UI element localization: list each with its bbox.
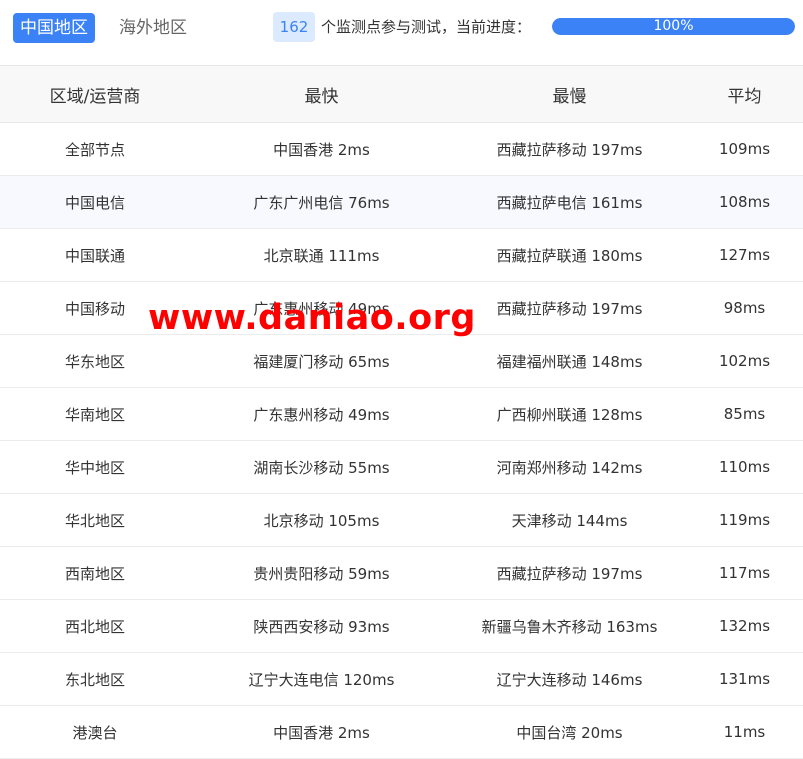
table-header-row: 区域/运营商 最快 最慢 平均 [0,65,803,123]
table-row: 中国联通 北京联通 111ms 西藏拉萨联通 180ms 127ms [0,228,803,282]
cell-fastest: 贵州贵阳移动 59ms [190,546,453,600]
cell-slowest: 河南郑州移动 142ms [453,440,686,494]
cell-fastest: 北京移动 105ms [190,493,453,547]
table-row: 华东地区 福建厦门移动 65ms 福建福州联通 148ms 102ms [0,334,803,388]
top-bar: 中国地区 海外地区 162 个监测点参与测试，当前进度： 100% [0,0,803,56]
cell-average: 85ms [686,387,803,441]
table-row: 华南地区 广东惠州移动 49ms 广西柳州联通 128ms 85ms [0,387,803,441]
cell-slowest: 西藏拉萨联通 180ms [453,228,686,282]
cell-region: 港澳台 [0,705,190,759]
cell-average: 110ms [686,440,803,494]
cell-region: 中国电信 [0,175,190,229]
cell-average: 119ms [686,493,803,547]
table-row: 全部节点 中国香港 2ms 西藏拉萨移动 197ms 109ms [0,122,803,176]
cell-slowest: 广西柳州联通 128ms [453,387,686,441]
cell-average: 108ms [686,175,803,229]
tab-overseas[interactable]: 海外地区 [112,13,194,43]
table-row: 华中地区 湖南长沙移动 55ms 河南郑州移动 142ms 110ms [0,440,803,494]
cell-average: 102ms [686,334,803,388]
header-average: 平均 [686,65,803,123]
progress-status-text: 个监测点参与测试，当前进度： [321,18,532,36]
cell-fastest: 湖南长沙移动 55ms [190,440,453,494]
cell-average: 11ms [686,705,803,759]
cell-fastest: 广东广州电信 76ms [190,175,453,229]
table-row: 西南地区 贵州贵阳移动 59ms 西藏拉萨移动 197ms 117ms [0,546,803,600]
cell-slowest: 新疆乌鲁木齐移动 163ms [453,599,686,653]
cell-slowest: 西藏拉萨移动 197ms [453,281,686,335]
cell-average: 117ms [686,546,803,600]
cell-average: 109ms [686,122,803,176]
cell-region: 华东地区 [0,334,190,388]
cell-slowest: 天津移动 144ms [453,493,686,547]
cell-region: 东北地区 [0,652,190,706]
cell-slowest: 西藏拉萨移动 197ms [453,122,686,176]
cell-region: 全部节点 [0,122,190,176]
watermark: www.daniao.org [148,298,476,338]
header-fastest: 最快 [190,65,453,123]
cell-average: 127ms [686,228,803,282]
table-row: 港澳台 中国香港 2ms 中国台湾 20ms 11ms [0,705,803,759]
table-row: 西北地区 陕西西安移动 93ms 新疆乌鲁木齐移动 163ms 132ms [0,599,803,653]
cell-fastest: 辽宁大连电信 120ms [190,652,453,706]
progress-bar: 100% [552,18,795,35]
cell-fastest: 中国香港 2ms [190,122,453,176]
cell-fastest: 广东惠州移动 49ms [190,387,453,441]
cell-region: 华中地区 [0,440,190,494]
header-region: 区域/运营商 [0,65,190,123]
cell-fastest: 福建厦门移动 65ms [190,334,453,388]
progress-label: 100% [653,18,694,34]
node-count-badge: 162 [273,12,315,42]
cell-average: 132ms [686,599,803,653]
table-body: 全部节点 中国香港 2ms 西藏拉萨移动 197ms 109ms 中国电信 广东广州电信 … [0,122,803,759]
cell-average: 131ms [686,652,803,706]
cell-region: 华南地区 [0,387,190,441]
cell-average: 98ms [686,281,803,335]
cell-region: 西南地区 [0,546,190,600]
cell-slowest: 西藏拉萨移动 197ms [453,546,686,600]
cell-region: 中国联通 [0,228,190,282]
cell-fastest: 中国香港 2ms [190,705,453,759]
tab-china[interactable]: 中国地区 [13,13,95,43]
cell-fastest: 北京联通 111ms [190,228,453,282]
header-slowest: 最慢 [453,65,686,123]
table-row: 东北地区 辽宁大连电信 120ms 辽宁大连移动 146ms 131ms [0,652,803,706]
cell-slowest: 中国台湾 20ms [453,705,686,759]
cell-slowest: 辽宁大连移动 146ms [453,652,686,706]
cell-region: 西北地区 [0,599,190,653]
cell-slowest: 西藏拉萨电信 161ms [453,175,686,229]
cell-region: 华北地区 [0,493,190,547]
table-row: 中国电信 广东广州电信 76ms 西藏拉萨电信 161ms 108ms [0,175,803,229]
table-row: 华北地区 北京移动 105ms 天津移动 144ms 119ms [0,493,803,547]
cell-slowest: 福建福州联通 148ms [453,334,686,388]
cell-fastest: 陕西西安移动 93ms [190,599,453,653]
results-table: 区域/运营商 最快 最慢 平均 全部节点 中国香港 2ms 西藏拉萨移动 197ms… [0,65,803,759]
